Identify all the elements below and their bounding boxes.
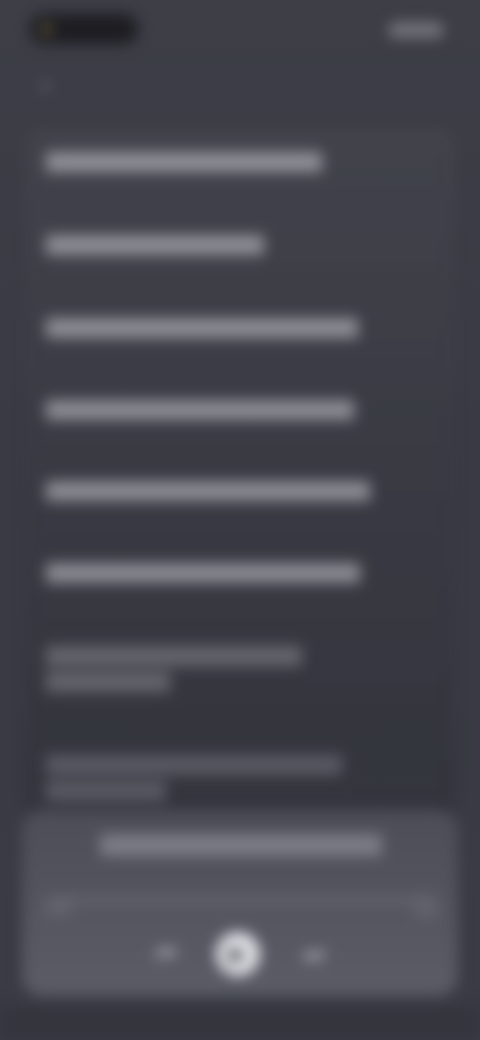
- lyric-line: [46, 646, 302, 666]
- status-indicator: [42, 24, 52, 34]
- page-title: [150, 72, 330, 100]
- lyric-line: [46, 481, 370, 501]
- play-icon[interactable]: ▶: [216, 932, 260, 976]
- battery-icon: [388, 22, 444, 38]
- progress-slider[interactable]: [60, 898, 420, 902]
- lyric-line: [46, 672, 170, 692]
- chevron-left-icon[interactable]: ‹: [34, 74, 56, 96]
- skip-previous-icon[interactable]: ⏮: [148, 940, 184, 968]
- lyric-line: [46, 563, 360, 583]
- lyrics-panel: [24, 128, 456, 818]
- lyric-line: [46, 152, 322, 172]
- status-bar: [0, 0, 480, 60]
- skip-next-icon[interactable]: ⏭: [296, 940, 332, 968]
- lyric-line: [46, 755, 342, 775]
- blurred-content: ‹ ⏮ ▶ ⏭: [0, 0, 480, 1040]
- app-screen: ‹ ⏮ ▶ ⏭: [0, 0, 480, 1040]
- home-indicator-area: [0, 1006, 480, 1040]
- track-title: [100, 834, 382, 856]
- more-icon[interactable]: [414, 894, 438, 918]
- lyric-line: [46, 318, 358, 338]
- lyric-line: [46, 400, 354, 420]
- lyric-line: [46, 781, 166, 801]
- lyric-line: [46, 235, 264, 255]
